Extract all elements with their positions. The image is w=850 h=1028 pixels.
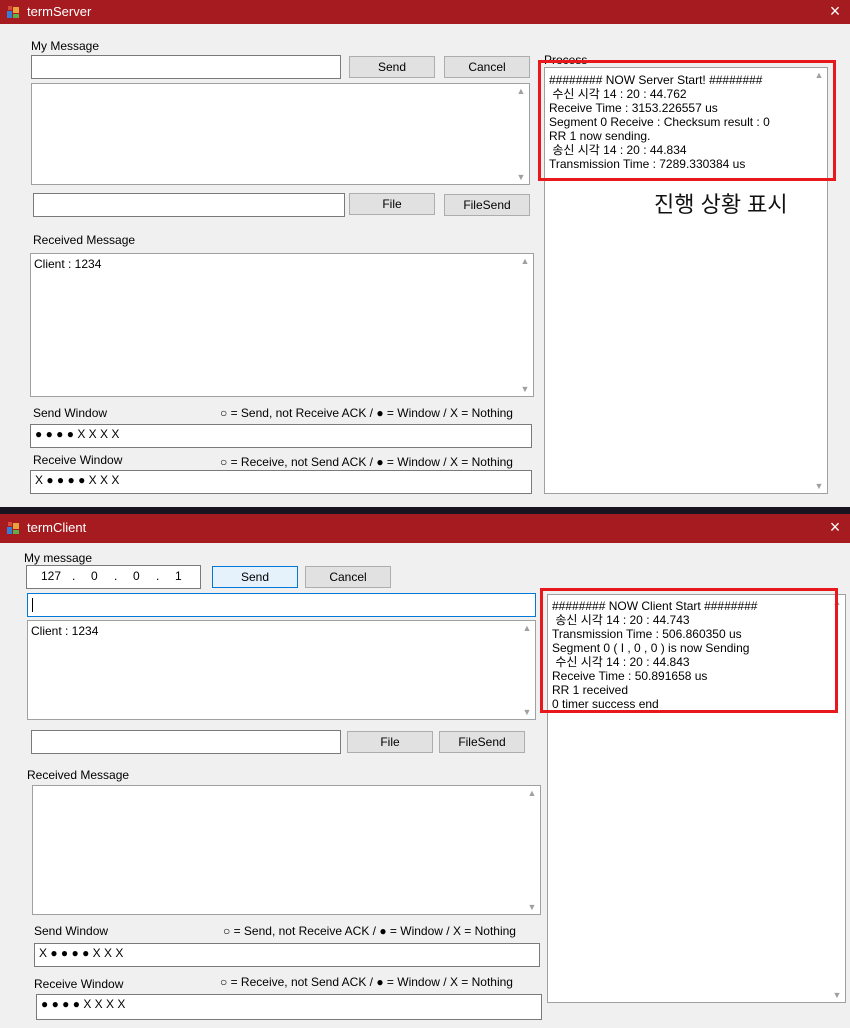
scroll-up-icon[interactable]: ▲ [519,623,535,633]
process-line: ######## NOW Server Start! ######## [549,73,763,87]
message-input[interactable] [27,593,536,617]
received-message-label: Received Message [33,233,136,247]
process-line: Receive Time : 3153.226557 us [549,101,718,115]
receive-window-legend: ○ = Receive, not Send ACK / ● = Window /… [220,455,513,469]
filesend-button[interactable]: FileSend [444,194,530,216]
received-scrollbar[interactable]: ▲ ▼ [524,786,540,914]
message-log[interactable]: Client : 1234 ▲ ▼ [27,620,536,720]
scroll-down-icon[interactable]: ▼ [519,707,535,717]
scroll-down-icon[interactable]: ▼ [811,481,827,491]
message-line: Client : 1234 [31,624,99,638]
app-icon [7,6,19,18]
ip-dot: . [72,569,76,583]
annotation-text: 진행 상황 표시 [654,192,788,217]
process-line: ######## NOW Client Start ######## [552,599,758,613]
message-log[interactable]: ▲ ▼ [31,83,530,185]
process-line: Segment 0 ( I , 0 , 0 ) is now Sending [552,641,750,655]
process-line: Transmission Time : 506.860350 us [552,627,742,641]
process-line: RR 1 received [552,683,629,697]
received-line: Client : 1234 [34,257,102,271]
received-message-box[interactable]: Client : 1234 ▲ ▼ [30,253,534,397]
scroll-up-icon[interactable]: ▲ [513,86,529,96]
ip-dot: . [156,569,160,583]
process-line: 송신 시각 14 : 20 : 44.834 [549,143,687,157]
app-icon [7,522,19,534]
cancel-button[interactable]: Cancel [305,566,391,588]
receive-window-label: Receive Window [33,453,123,467]
process-scrollbar[interactable]: ▲ ▼ [811,68,827,493]
cancel-button[interactable]: Cancel [444,56,530,78]
client-titlebar[interactable]: termClient × [0,514,850,543]
file-path-input[interactable] [31,730,341,754]
process-line: Transmission Time : 7289.330384 us [549,157,746,171]
window-title: termClient [27,520,87,535]
message-log-scrollbar[interactable]: ▲ ▼ [513,84,529,184]
send-window-legend: ○ = Send, not Receive ACK / ● = Window /… [223,924,516,938]
scroll-down-icon[interactable]: ▼ [517,384,533,394]
ip-octet: 127 [41,569,62,583]
process-line: 송신 시각 14 : 20 : 44.743 [552,613,690,627]
process-line: Segment 0 Receive : Checksum result : 0 [549,115,770,129]
received-message-label: Received Message [27,768,130,782]
scroll-up-icon[interactable]: ▲ [524,788,540,798]
file-path-input[interactable] [33,193,345,217]
send-window-field[interactable]: X ● ● ● ● X X X [34,943,540,967]
scroll-up-icon[interactable]: ▲ [811,70,827,80]
send-window-field[interactable]: ● ● ● ● X X X X [30,424,532,448]
ip-dot: . [114,569,118,583]
scroll-down-icon[interactable]: ▼ [829,990,845,1000]
process-scrollbar[interactable]: ▲ ▼ [829,595,845,1002]
send-button[interactable]: Send [349,56,435,78]
process-log[interactable]: ######## NOW Client Start ######## 송신 시각… [547,594,846,1003]
client-window: termClient × My message 127 . 0 . 0 . 1 … [0,514,850,1028]
server-window: termServer × My Message Send Cancel ▲ ▼ … [0,0,850,507]
ip-octet: 0 [133,569,140,583]
send-window-label: Send Window [33,406,108,420]
ip-octet: 1 [175,569,182,583]
process-log[interactable]: ######## NOW Server Start! ######## 수신 시… [544,67,828,494]
file-button[interactable]: File [349,193,435,215]
scroll-down-icon[interactable]: ▼ [513,172,529,182]
filesend-button[interactable]: FileSend [439,731,525,753]
scroll-up-icon[interactable]: ▲ [829,597,845,607]
scroll-up-icon[interactable]: ▲ [517,256,533,266]
text-caret [32,598,33,612]
receive-window-legend: ○ = Receive, not Send ACK / ● = Window /… [220,975,513,989]
my-message-label: My Message [31,39,100,53]
server-titlebar[interactable]: termServer × [0,0,850,24]
process-line: RR 1 now sending. [549,129,651,143]
send-button[interactable]: Send [212,566,298,588]
receive-window-label: Receive Window [34,977,124,991]
receive-window-field[interactable]: ● ● ● ● X X X X [36,994,542,1020]
process-line: 0 timer success end [552,697,659,711]
file-button[interactable]: File [347,731,433,753]
received-message-box[interactable]: ▲ ▼ [32,785,541,915]
window-title: termServer [27,4,92,19]
send-window-legend: ○ = Send, not Receive ACK / ● = Window /… [220,406,513,420]
close-icon[interactable]: × [824,1,846,22]
send-window-label: Send Window [34,924,109,938]
process-line: 수신 시각 14 : 20 : 44.843 [552,655,690,669]
message-log-scrollbar[interactable]: ▲ ▼ [519,621,535,719]
receive-window-field[interactable]: X ● ● ● ● X X X [30,470,532,494]
received-scrollbar[interactable]: ▲ ▼ [517,254,533,396]
process-line: Receive Time : 50.891658 us [552,669,708,683]
my-message-label: My message [24,551,93,565]
ip-address-input[interactable]: 127 . 0 . 0 . 1 [26,565,201,589]
close-icon[interactable]: × [824,517,846,538]
scroll-down-icon[interactable]: ▼ [524,902,540,912]
ip-octet: 0 [91,569,98,583]
process-label: Process [544,53,588,67]
my-message-input[interactable] [31,55,341,79]
process-line: 수신 시각 14 : 20 : 44.762 [549,87,687,101]
